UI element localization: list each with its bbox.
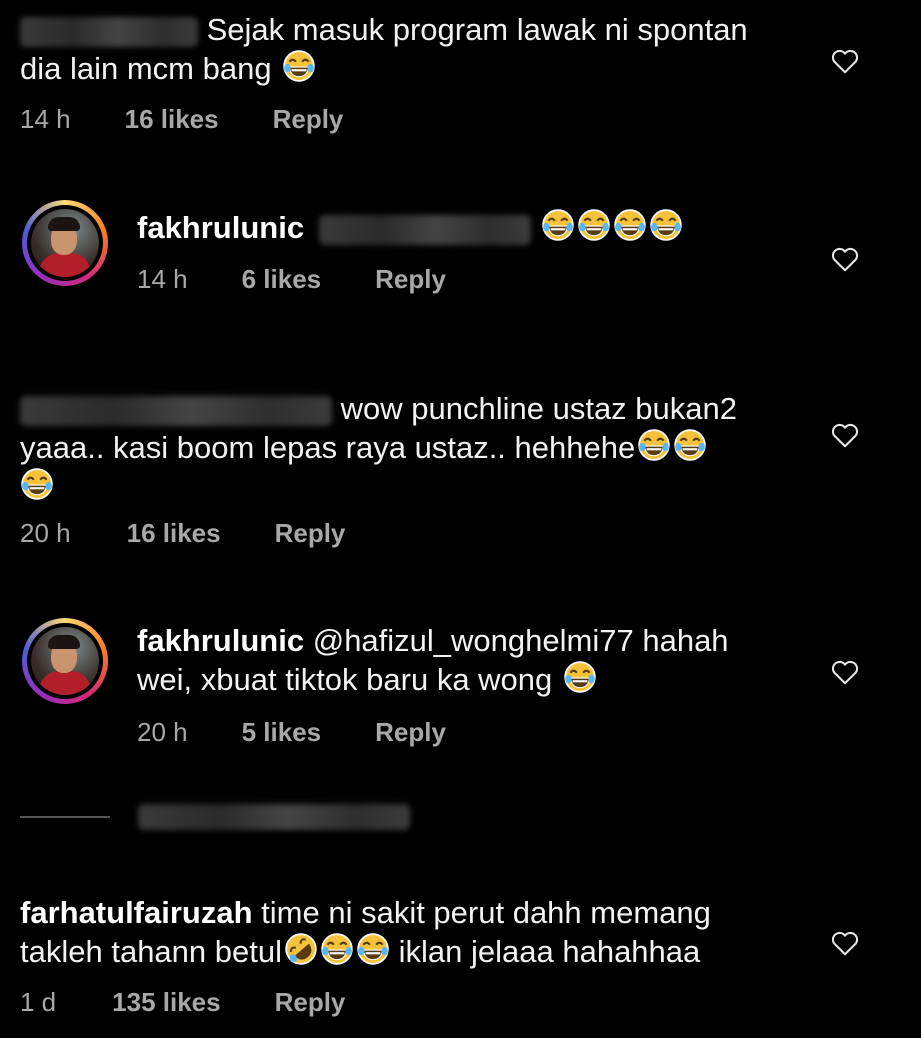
blurred-username [20,395,332,426]
avatar[interactable] [22,200,108,286]
face-with-tears-of-joy-icon [541,208,575,242]
comment-time: 14 h [20,104,71,134]
comment-text: fakhrulunic [137,208,683,247]
likes-count[interactable]: 6 likes [242,264,322,295]
face-with-tears-of-joy-icon [282,49,316,83]
likes-count[interactable]: 16 likes [125,104,219,135]
heart-outline-icon[interactable] [830,657,860,687]
face-with-tears-of-joy-icon [563,660,597,694]
reply-button[interactable]: Reply [375,717,446,748]
comment-username[interactable]: fakhrulunic [137,623,304,658]
comment-text: farhatulfairuzah time ni sakit perut dah… [20,895,711,969]
view-replies-divider [20,816,110,818]
comment-time: 20 h [137,717,188,747]
face-with-tears-of-joy-icon [673,428,707,462]
reply-button[interactable]: Reply [375,264,446,295]
heart-outline-icon[interactable] [830,46,860,76]
face-with-tears-of-joy-icon [577,208,611,242]
rolling-on-floor-laughing-icon [284,932,318,966]
comment-username[interactable]: farhatulfairuzah [20,895,253,930]
comment-text: Sejak masuk program lawak ni spontan dia… [20,12,748,86]
blurred-mention [318,214,531,245]
comment-meta: 14 h 16 likes Reply [20,104,343,135]
likes-count[interactable]: 5 likes [242,717,322,748]
reply-button[interactable]: Reply [275,987,346,1018]
face-with-tears-of-joy-icon [637,428,671,462]
view-replies-button[interactable] [138,804,410,830]
comment-meta: 1 d 135 likes Reply [20,987,345,1018]
face-with-tears-of-joy-icon [320,932,354,966]
face-with-tears-of-joy-icon [613,208,647,242]
comment-time: 20 h [20,518,71,548]
comment-text: fakhrulunic @hafizul_wonghelmi77 hahah w… [137,623,729,697]
likes-count[interactable]: 16 likes [127,518,221,549]
comment-text: wow punchline ustaz bukan2 yaaa.. kasi b… [20,390,737,506]
comment-username[interactable]: fakhrulunic [137,210,304,245]
comment-meta: 20 h 16 likes Reply [20,518,345,549]
likes-count[interactable]: 135 likes [112,987,220,1018]
comment-time: 1 d [20,987,57,1017]
face-with-tears-of-joy-icon [356,932,390,966]
face-with-tears-of-joy-icon [649,208,683,242]
blurred-username [20,16,198,47]
face-with-tears-of-joy-icon [20,467,54,501]
comment-time: 14 h [137,264,188,294]
heart-outline-icon[interactable] [830,244,860,274]
comment-mention[interactable]: @hafizul_wonghelmi77 [313,623,634,658]
heart-outline-icon[interactable] [830,928,860,958]
avatar[interactable] [22,618,108,704]
heart-outline-icon[interactable] [830,420,860,450]
reply-button[interactable]: Reply [273,104,344,135]
comment-meta: 20 h 5 likes Reply [137,717,446,748]
comment-meta: 14 h 6 likes Reply [137,264,446,295]
reply-button[interactable]: Reply [275,518,346,549]
